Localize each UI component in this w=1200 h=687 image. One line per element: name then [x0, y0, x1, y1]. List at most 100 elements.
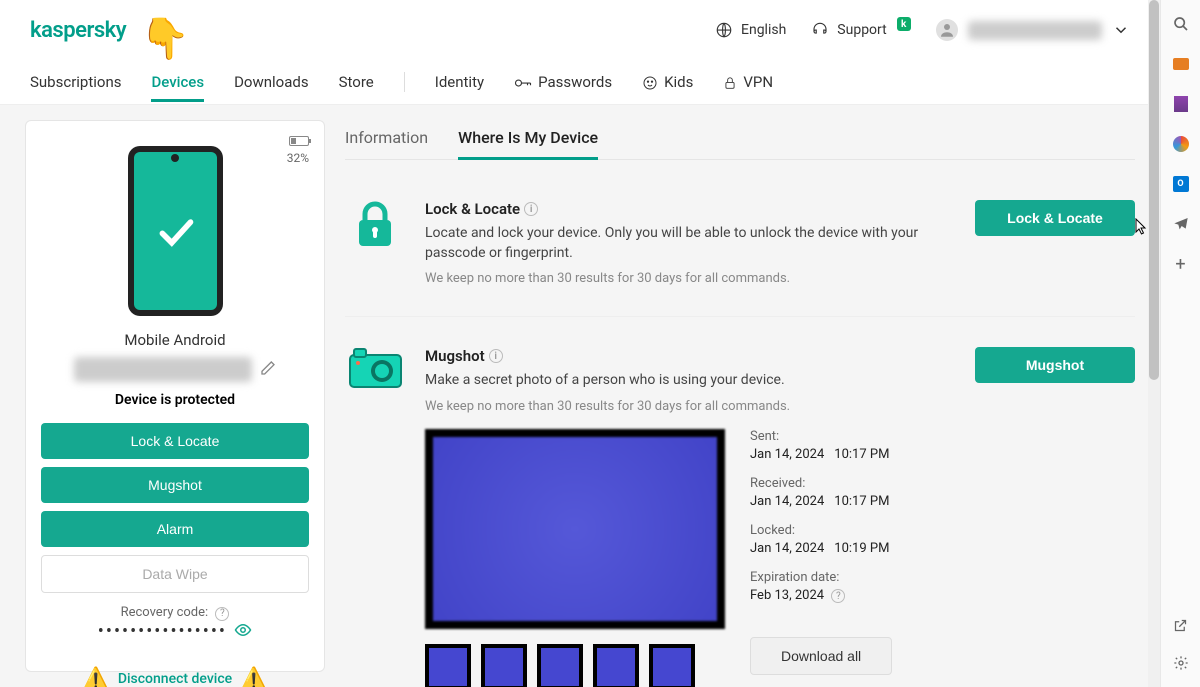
- mugshot-feature-note: We keep no more than 30 results for 30 d…: [425, 399, 955, 414]
- key-icon: [514, 77, 532, 89]
- sent-time: 10:17 PM: [834, 447, 889, 462]
- support-badge-icon: k: [897, 17, 911, 31]
- mugshot-thumbnails: [425, 644, 725, 687]
- warning-icon: ⚠️: [240, 667, 267, 687]
- detail-pane: Information Where Is My Device Lock & Lo…: [345, 120, 1135, 672]
- tab-information[interactable]: Information: [345, 120, 428, 159]
- device-name: Mobile Android: [41, 331, 309, 349]
- scrollbar[interactable]: [1148, 0, 1160, 687]
- nav-vpn[interactable]: VPN: [723, 63, 773, 101]
- brand-logo[interactable]: kaspersky: [30, 18, 126, 43]
- mugshot-thumb[interactable]: [649, 644, 695, 687]
- nav-identity[interactable]: Identity: [435, 63, 484, 101]
- disconnect-device-link[interactable]: ⚠️ Disconnect device ⚠️: [41, 667, 309, 687]
- mugshot-photo-main[interactable]: [425, 429, 725, 629]
- toolbox-icon[interactable]: [1172, 55, 1190, 73]
- expiration-date: Feb 13, 2024: [750, 588, 824, 603]
- lock-locate-button[interactable]: Lock & Locate: [41, 423, 309, 459]
- nav-passwords[interactable]: Passwords: [514, 63, 612, 101]
- battery-indicator: 32%: [287, 136, 309, 165]
- recovery-code-section: Recovery code: ? ••••••••••••••••: [41, 605, 309, 642]
- lock-feature-title: Lock & Locate: [425, 200, 520, 218]
- nav-kids[interactable]: Kids: [642, 63, 693, 101]
- disconnect-label: Disconnect device: [118, 671, 232, 687]
- download-all-button[interactable]: Download all: [750, 637, 892, 675]
- data-wipe-button[interactable]: Data Wipe: [41, 555, 309, 593]
- search-icon[interactable]: [1172, 15, 1190, 33]
- add-icon[interactable]: +: [1172, 255, 1190, 273]
- lock-feature-icon: [345, 200, 405, 286]
- device-model-row: XXXXX XXXX XXXX: [41, 357, 309, 382]
- warning-icon: ⚠️: [82, 667, 109, 687]
- camera-feature-icon: [345, 347, 405, 687]
- avatar-icon: [936, 19, 958, 41]
- feature-mugshot: Mugshoti Make a secret photo of a person…: [345, 332, 1135, 687]
- detail-tabs: Information Where Is My Device: [345, 120, 1135, 160]
- locked-time: 10:19 PM: [834, 541, 889, 556]
- received-time: 10:17 PM: [834, 494, 889, 509]
- extension-icon[interactable]: [1172, 95, 1190, 113]
- locked-date: Jan 14, 2024: [750, 541, 824, 556]
- mugshot-result: Sent: Jan 14, 2024 10:17 PM Received: Jan…: [425, 429, 955, 687]
- scrollbar-thumb[interactable]: [1149, 0, 1159, 380]
- recovery-masked: ••••••••••••••••: [98, 621, 227, 642]
- tutorial-pointer-icon: 👆: [140, 15, 190, 62]
- nav-divider: [404, 72, 405, 92]
- mugshot-button[interactable]: Mugshot: [41, 467, 309, 503]
- reveal-icon[interactable]: [234, 626, 252, 641]
- content-area: 32% Mobile Android XXXXX XXXX XXXX Devic…: [0, 105, 1160, 687]
- battery-icon: [289, 136, 309, 146]
- kids-icon: [642, 75, 658, 91]
- language-selector[interactable]: English: [715, 21, 786, 39]
- edit-icon[interactable]: [260, 360, 276, 380]
- help-icon[interactable]: ?: [215, 607, 229, 621]
- mugshot-metadata: Sent: Jan 14, 2024 10:17 PM Received: Jan…: [750, 429, 955, 687]
- outlook-icon[interactable]: O: [1172, 175, 1190, 193]
- recovery-label: Recovery code:: [121, 605, 209, 620]
- support-label: Support: [837, 22, 886, 38]
- nav-downloads[interactable]: Downloads: [234, 63, 309, 101]
- help-icon[interactable]: ?: [831, 589, 845, 603]
- feature-lock-locate: Lock & Locate i Locate and lock your devi…: [345, 185, 1135, 317]
- battery-percent: 32%: [287, 151, 309, 165]
- globe-icon: [715, 21, 733, 39]
- user-menu[interactable]: xxxxxxxxx@xxxxx.xx: [936, 19, 1130, 41]
- help-icon[interactable]: i: [489, 349, 503, 363]
- mugshot-thumb[interactable]: [425, 644, 471, 687]
- sent-label: Sent:: [750, 429, 955, 444]
- lock-feature-note: We keep no more than 30 results for 30 d…: [425, 271, 955, 286]
- device-model: XXXXX XXXX XXXX: [74, 357, 252, 382]
- received-date: Jan 14, 2024: [750, 494, 824, 509]
- device-status: Device is protected: [41, 392, 309, 408]
- help-icon[interactable]: i: [524, 202, 538, 216]
- mugshot-feature-title: Mugshot: [425, 347, 485, 365]
- nav-devices[interactable]: Devices: [151, 63, 204, 101]
- language-label: English: [741, 22, 786, 38]
- nav-subscriptions[interactable]: Subscriptions: [30, 63, 121, 101]
- lock-locate-action-button[interactable]: Lock & Locate: [975, 200, 1135, 236]
- locked-label: Locked:: [750, 523, 955, 538]
- browser-sidebar: O +: [1160, 0, 1200, 687]
- external-link-icon[interactable]: [1172, 616, 1190, 634]
- expiration-label: Expiration date:: [750, 570, 955, 585]
- support-link[interactable]: Support k: [811, 21, 910, 39]
- mugshot-action-button[interactable]: Mugshot: [975, 347, 1135, 383]
- settings-icon[interactable]: [1172, 654, 1190, 672]
- copilot-icon[interactable]: [1172, 135, 1190, 153]
- lock-feature-desc: Locate and lock your device. Only you wi…: [425, 224, 955, 263]
- check-icon: [153, 209, 198, 254]
- device-illustration: [128, 146, 223, 316]
- mugshot-thumb[interactable]: [593, 644, 639, 687]
- received-label: Received:: [750, 476, 955, 491]
- tab-where-is-device[interactable]: Where Is My Device: [458, 120, 598, 159]
- mugshot-thumb[interactable]: [537, 644, 583, 687]
- mugshot-thumb[interactable]: [481, 644, 527, 687]
- telegram-icon[interactable]: [1172, 215, 1190, 233]
- main-nav: Subscriptions Devices Downloads Store Id…: [0, 60, 1160, 105]
- device-card: 32% Mobile Android XXXXX XXXX XXXX Devic…: [25, 120, 325, 672]
- mouse-cursor-icon: [1135, 218, 1149, 240]
- sent-date: Jan 14, 2024: [750, 447, 824, 462]
- nav-store[interactable]: Store: [339, 63, 374, 101]
- user-email: xxxxxxxxx@xxxxx.xx: [968, 21, 1102, 40]
- alarm-button[interactable]: Alarm: [41, 511, 309, 547]
